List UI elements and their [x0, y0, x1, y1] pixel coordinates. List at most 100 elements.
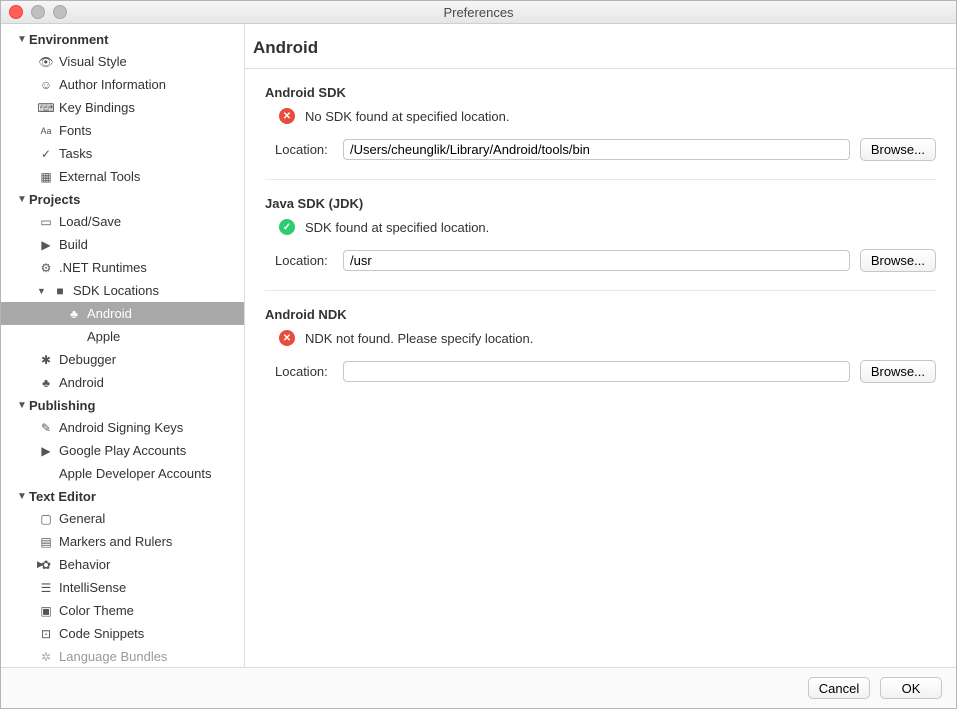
sidebar-item-label: Color Theme [59, 603, 134, 618]
category-publishing[interactable]: ▼ Publishing [1, 394, 244, 416]
status-text: No SDK found at specified location. [305, 109, 510, 124]
main-panel: Android Android SDK ✕ No SDK found at sp… [245, 24, 956, 667]
android-icon: ♣ [65, 307, 83, 321]
location-row: Location: Browse... [265, 138, 936, 161]
chevron-down-icon: ▼ [17, 34, 27, 45]
android-sdk-location-input[interactable] [343, 139, 850, 160]
sidebar-item-language-bundles[interactable]: ✲ Language Bundles [1, 645, 244, 667]
location-label: Location: [275, 253, 333, 268]
sidebar-item-label: Debugger [59, 352, 116, 367]
sidebar-item-label: Behavior [59, 557, 110, 572]
category-label: Projects [29, 192, 80, 207]
sidebar-item-apple-developer-accounts[interactable]: Apple Developer Accounts [1, 462, 244, 485]
sidebar-item-color-theme[interactable]: ▣ Color Theme [1, 599, 244, 622]
sidebar-item-net-runtimes[interactable]: ⚙ .NET Runtimes [1, 256, 244, 279]
sidebar-item-label: Language Bundles [59, 649, 167, 664]
disk-icon: ▭ [37, 215, 55, 229]
preferences-window: Preferences ▼ Environment 👁 Visual Style… [0, 0, 957, 709]
sidebar-item-label: Apple Developer Accounts [59, 466, 211, 481]
sidebar-item-key-bindings[interactable]: ⌨ Key Bindings [1, 96, 244, 119]
key-icon: ✎ [37, 421, 55, 435]
android-ndk-location-input[interactable] [343, 361, 850, 382]
browse-button[interactable]: Browse... [860, 249, 936, 272]
tools-icon: ▦ [37, 170, 55, 184]
sidebar-item-behavior[interactable]: ✿ Behavior [1, 553, 244, 576]
sidebar-item-label: .NET Runtimes [59, 260, 147, 275]
keyboard-icon: ⌨ [37, 101, 55, 115]
ok-button[interactable]: OK [880, 677, 942, 699]
sidebar-item-sdk-android[interactable]: ♣ Android [1, 302, 244, 325]
document-icon: ▢ [37, 512, 55, 526]
sidebar-item-google-play-accounts[interactable]: ▶ Google Play Accounts [1, 439, 244, 462]
location-label: Location: [275, 364, 333, 379]
java-sdk-location-input[interactable] [343, 250, 850, 271]
page-scroll[interactable]: Android SDK ✕ No SDK found at specified … [245, 69, 956, 667]
eye-icon: 👁 [37, 55, 55, 69]
success-icon: ✓ [279, 219, 295, 235]
category-text-editor[interactable]: ▼ Text Editor [1, 485, 244, 507]
sidebar-item-label: Markers and Rulers [59, 534, 172, 549]
location-row: Location: Browse... [265, 360, 936, 383]
category-environment[interactable]: ▼ Environment [1, 28, 244, 50]
sidebar-item-markers-rulers[interactable]: ▤ Markers and Rulers [1, 530, 244, 553]
android-icon: ♣ [37, 376, 55, 390]
sidebar-item-visual-style[interactable]: 👁 Visual Style [1, 50, 244, 73]
sidebar-item-intellisense[interactable]: ☰ IntelliSense [1, 576, 244, 599]
browse-button[interactable]: Browse... [860, 138, 936, 161]
sidebar-item-code-snippets[interactable]: ⊡ Code Snippets [1, 622, 244, 645]
sidebar-item-label: Visual Style [59, 54, 127, 69]
cancel-button[interactable]: Cancel [808, 677, 870, 699]
sidebar-item-build[interactable]: ▶ Build [1, 233, 244, 256]
section-android-ndk: Android NDK ✕ NDK not found. Please spec… [265, 291, 936, 401]
sidebar-item-android-signing-keys[interactable]: ✎ Android Signing Keys [1, 416, 244, 439]
category-label: Environment [29, 32, 108, 47]
folder-icon: ■ [51, 284, 69, 298]
smiley-icon: ☺ [37, 78, 55, 92]
sidebar-item-android[interactable]: ♣ Android [1, 371, 244, 394]
error-icon: ✕ [279, 108, 295, 124]
sidebar-item-external-tools[interactable]: ▦ External Tools [1, 165, 244, 188]
sidebar-item-label: Key Bindings [59, 100, 135, 115]
sidebar-item-sdk-locations[interactable]: ■ SDK Locations [1, 279, 244, 302]
section-title: Java SDK (JDK) [265, 196, 936, 211]
play-icon: ▶ [37, 238, 55, 252]
sidebar-item-sdk-apple[interactable]: Apple [1, 325, 244, 348]
sidebar-item-label: Code Snippets [59, 626, 144, 641]
category-projects[interactable]: ▼ Projects [1, 188, 244, 210]
chevron-down-icon: ▼ [17, 491, 27, 502]
sidebar-item-label: IntelliSense [59, 580, 126, 595]
section-title: Android SDK [265, 85, 936, 100]
location-label: Location: [275, 142, 333, 157]
brain-icon: ✿ [37, 558, 55, 572]
sidebar-item-fonts[interactable]: Aa Fonts [1, 119, 244, 142]
status-row: ✕ NDK not found. Please specify location… [265, 330, 936, 346]
palette-icon: ▣ [37, 604, 55, 618]
status-text: NDK not found. Please specify location. [305, 331, 533, 346]
sidebar-item-label: Android [59, 375, 104, 390]
fonts-icon: Aa [37, 126, 55, 136]
location-row: Location: Browse... [265, 249, 936, 272]
section-android-sdk: Android SDK ✕ No SDK found at specified … [265, 69, 936, 180]
bug-icon: ✱ [37, 353, 55, 367]
sidebar-item-label: General [59, 511, 105, 526]
sidebar-item-debugger[interactable]: ✱ Debugger [1, 348, 244, 371]
chevron-down-icon: ▼ [17, 400, 27, 411]
section-java-sdk: Java SDK (JDK) ✓ SDK found at specified … [265, 180, 936, 291]
browse-button[interactable]: Browse... [860, 360, 936, 383]
sidebar-item-author-information[interactable]: ☺ Author Information [1, 73, 244, 96]
sidebar-item-label: Build [59, 237, 88, 252]
sidebar-item-label: Tasks [59, 146, 92, 161]
sidebar-item-tasks[interactable]: ✓ Tasks [1, 142, 244, 165]
sidebar-item-load-save[interactable]: ▭ Load/Save [1, 210, 244, 233]
error-icon: ✕ [279, 330, 295, 346]
sidebar-item-general[interactable]: ▢ General [1, 507, 244, 530]
window-title: Preferences [1, 5, 956, 20]
list-icon: ☰ [37, 581, 55, 595]
bundle-icon: ✲ [37, 650, 55, 664]
sidebar[interactable]: ▼ Environment 👁 Visual Style ☺ Author In… [1, 24, 245, 667]
status-row: ✕ No SDK found at specified location. [265, 108, 936, 124]
category-label: Publishing [29, 398, 95, 413]
gear-icon: ⚙ [37, 261, 55, 275]
sidebar-item-label: Author Information [59, 77, 166, 92]
snippet-icon: ⊡ [37, 627, 55, 641]
